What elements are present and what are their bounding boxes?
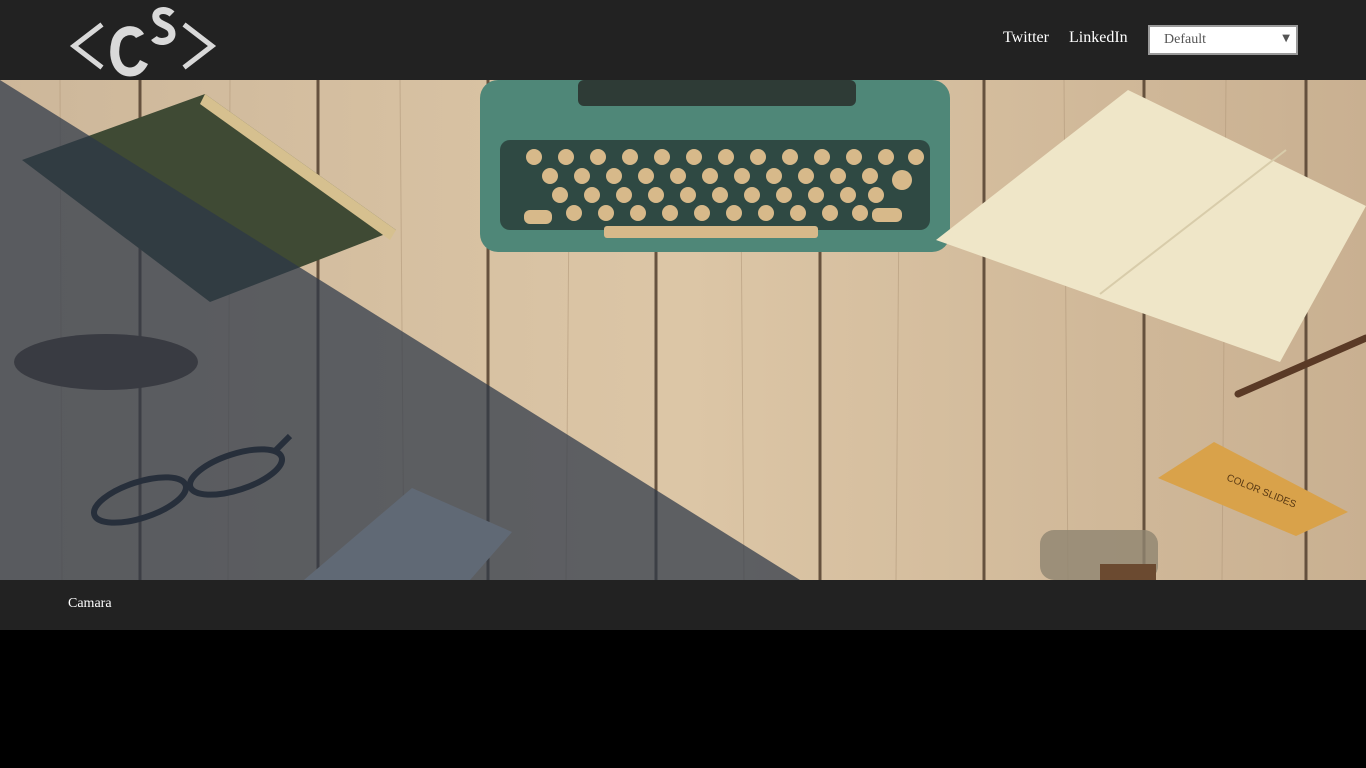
nav-linkedin-link[interactable]: LinkedIn: [1069, 29, 1128, 47]
chevron-down-icon: ▼: [1282, 33, 1290, 44]
page-bottom-blank: [0, 630, 1366, 768]
site-logo[interactable]: [68, 6, 218, 78]
hero-slider: COLOR SLIDES: [0, 80, 1366, 580]
hero-image: COLOR SLIDES: [0, 80, 1366, 580]
nav-twitter-link[interactable]: Twitter: [1003, 29, 1049, 47]
typewriter-illustration: [480, 80, 950, 252]
theme-select-value: Default: [1164, 32, 1206, 47]
theme-select[interactable]: Default ▼: [1148, 25, 1298, 55]
caption-bar: Camara: [0, 580, 1366, 630]
site-header: Twitter LinkedIn Default ▼: [0, 0, 1366, 80]
jar-illustration: [1040, 530, 1158, 580]
slide-caption: Camara: [68, 596, 112, 611]
